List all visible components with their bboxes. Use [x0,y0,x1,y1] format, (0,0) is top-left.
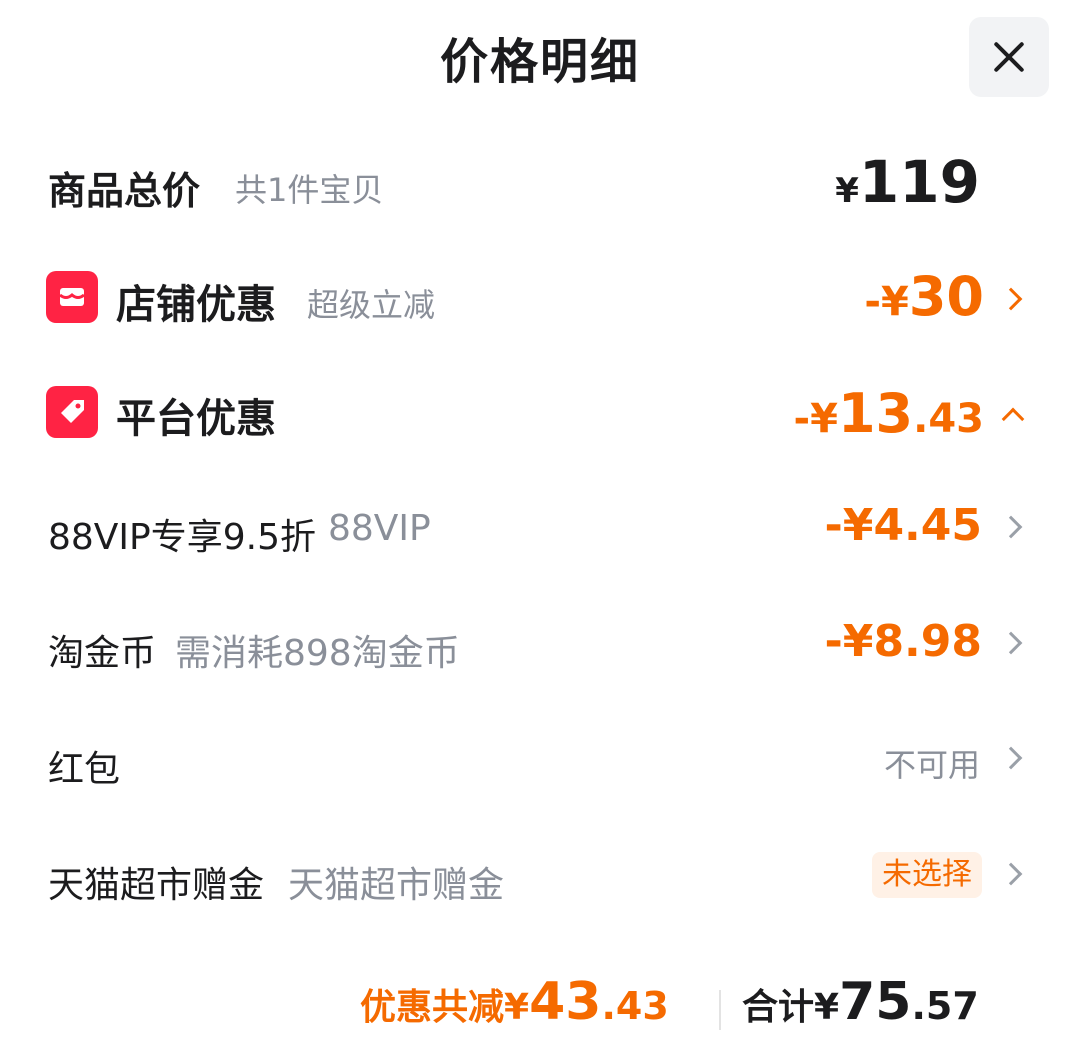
coins-value: 8.98 [873,616,982,667]
total-dec: .57 [911,984,979,1028]
chevron-right-icon[interactable] [999,631,1023,655]
tag-icon [46,386,98,438]
total-int: 75 [839,972,912,1032]
platform-discount-label: 平台优惠 [116,396,276,442]
currency-symbol: ¥ [835,171,859,211]
vip-sub: 88VIP [328,508,431,549]
chevron-right-icon[interactable] [999,746,1023,770]
footer-divider [719,990,721,1030]
tmall-gift-label: 天猫超市赠金 [48,865,265,906]
shop-discount-value: 30 [908,265,984,328]
goods-total-label: 商品总价 [48,169,201,213]
tmall-gift-sub: 天猫超市赠金 [288,865,505,906]
savings-int: 43 [529,972,602,1032]
coins-sub: 需消耗898淘金币 [175,633,460,674]
platform-discount-amount: -¥13.43 [794,382,984,445]
order-total: 合计¥75.57 [742,972,979,1032]
savings-dec: .43 [601,984,669,1028]
goods-total-amount: ¥119 [835,148,980,216]
minus-currency: -¥ [864,279,909,325]
chevron-up-icon[interactable] [1001,407,1025,431]
chevron-right-icon[interactable] [999,287,1023,311]
close-button[interactable] [969,17,1049,97]
red-packet-status: 不可用 [883,746,980,784]
savings-label: 优惠共减 [360,987,505,1028]
minus-currency: -¥ [824,616,874,667]
platform-discount-dec: .43 [913,396,984,442]
shop-discount-amount: -¥30 [864,265,984,328]
coins-label: 淘金币 [48,633,157,674]
total-savings: 优惠共减¥43.43 [360,972,669,1032]
vip-amount: -¥4.45 [825,500,982,551]
goods-count: 共1件宝贝 [235,171,384,209]
minus-currency: -¥ [793,396,838,442]
red-packet-label: 红包 [48,749,121,790]
unselected-badge[interactable]: 未选择 [872,852,982,898]
chevron-right-icon[interactable] [999,862,1023,886]
price-detail-sheet: 价格明细 商品总价 共1件宝贝 ¥119 店铺优惠 超级立减 -¥30 平台优惠… [0,0,1080,1037]
goods-total-value: 119 [858,148,980,216]
total-label: 合计 [742,987,815,1028]
currency-symbol: ¥ [504,987,530,1028]
vip-label: 88VIP专享9.5折 [48,517,317,558]
chevron-right-icon[interactable] [999,515,1023,539]
minus-currency: -¥ [824,500,874,551]
platform-discount-int: 13 [837,382,914,445]
shop-icon [46,271,98,323]
vip-value: 4.45 [873,500,982,551]
currency-symbol: ¥ [814,987,840,1028]
page-title: 价格明细 [439,34,640,90]
shop-discount-sub: 超级立减 [307,286,436,324]
coins-amount: -¥8.98 [825,616,982,667]
shop-discount-label: 店铺优惠 [116,282,276,328]
